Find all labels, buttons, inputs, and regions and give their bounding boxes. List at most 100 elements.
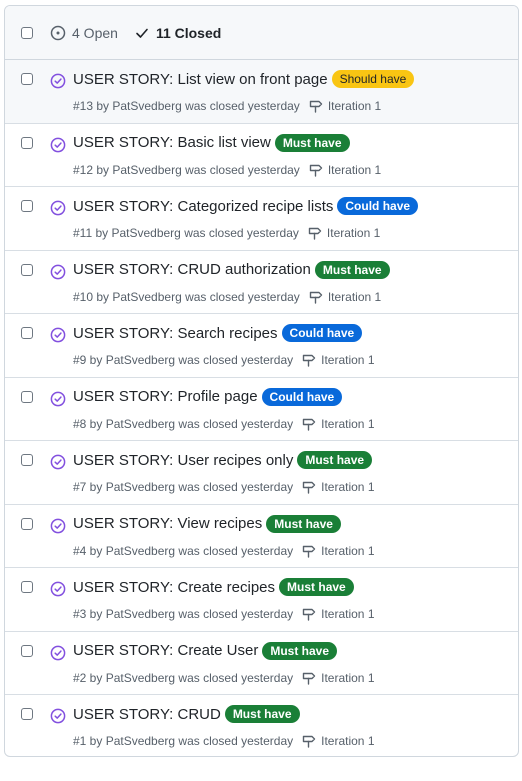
issue-checkbox[interactable] bbox=[21, 200, 33, 212]
issue-row[interactable]: USER STORY: Create recipes Must have #3 by… bbox=[5, 568, 518, 632]
issue-title-link[interactable]: USER STORY: List view on front page bbox=[73, 71, 328, 88]
issue-title-link[interactable]: USER STORY: Create User bbox=[73, 642, 258, 659]
issue-meta-text: #1 by PatSvedberg was closed yesterday bbox=[73, 734, 294, 748]
issue-checkbox[interactable] bbox=[21, 454, 33, 466]
issue-title-link[interactable]: USER STORY: Profile page bbox=[73, 388, 258, 405]
issue-closed-icon bbox=[50, 518, 66, 534]
milestone-label: Iteration 1 bbox=[327, 162, 382, 177]
select-all-checkbox[interactable] bbox=[21, 26, 33, 39]
milestone-link[interactable]: Iteration 1 bbox=[301, 479, 375, 495]
issue-meta-text: #7 by PatSvedberg was closed yesterday bbox=[73, 480, 294, 494]
milestone-link[interactable]: Iteration 1 bbox=[308, 162, 381, 178]
milestone-icon bbox=[308, 289, 328, 305]
milestone-link[interactable]: Iteration 1 bbox=[301, 606, 375, 622]
issue-row[interactable]: USER STORY: User recipes only Must have #7… bbox=[5, 441, 518, 505]
issue-closed-icon bbox=[50, 581, 66, 597]
issue-meta-text: #13 by PatSvedberg was closed yesterday bbox=[73, 99, 300, 113]
issue-row[interactable]: USER STORY: View recipes Must have #4 by P… bbox=[5, 505, 518, 568]
issue-checkbox[interactable] bbox=[21, 517, 33, 530]
issue-checkbox[interactable] bbox=[21, 644, 33, 657]
issue-meta: #2 by PatSvedberg was closed yesterday It… bbox=[73, 670, 375, 686]
milestone-label: Iteration 1 bbox=[326, 226, 381, 240]
milestone-icon bbox=[308, 162, 328, 178]
milestone-icon bbox=[301, 606, 321, 622]
milestone-label: Iteration 1 bbox=[321, 734, 375, 748]
issue-meta-text: #11 by PatSvedberg was closed yesterday bbox=[73, 226, 299, 240]
milestone-icon bbox=[301, 416, 321, 432]
milestone-link[interactable]: Iteration 1 bbox=[301, 543, 375, 559]
issue-closed-icon bbox=[50, 454, 66, 470]
issue-title-line: USER STORY: Basic list view Must have bbox=[73, 133, 510, 152]
issue-label-must-have[interactable]: Must have bbox=[266, 514, 341, 533]
issue-row[interactable]: USER STORY: Categorized recipe lists Coul… bbox=[5, 187, 518, 251]
milestone-link[interactable]: Iteration 1 bbox=[301, 352, 375, 368]
milestone-label: Iteration 1 bbox=[321, 353, 375, 367]
closed-count-label: 11 Closed bbox=[155, 24, 222, 41]
issue-title-link[interactable]: USER STORY: User recipes only bbox=[73, 452, 293, 469]
issue-checkbox[interactable] bbox=[21, 390, 33, 403]
issue-checkbox[interactable] bbox=[21, 136, 33, 149]
issue-label-must-have[interactable]: Must have bbox=[274, 133, 350, 152]
issue-row[interactable]: USER STORY: Create User Must have #2 by Pa… bbox=[5, 632, 518, 695]
issue-label-could-have[interactable]: Could have bbox=[281, 324, 363, 342]
issue-title-line: USER STORY: Create recipes Must have bbox=[73, 578, 510, 596]
milestone-label: Iteration 1 bbox=[321, 480, 375, 494]
issue-title-line: USER STORY: Create User Must have bbox=[73, 641, 510, 660]
issue-title-link[interactable]: USER STORY: Create recipes bbox=[73, 579, 275, 596]
issue-closed-icon bbox=[50, 391, 66, 407]
issue-row[interactable]: USER STORY: CRUD Must have #1 by PatSvedbe… bbox=[5, 695, 518, 756]
milestone-label: Iteration 1 bbox=[321, 670, 375, 685]
issue-checkbox[interactable] bbox=[21, 263, 33, 276]
issue-title-link[interactable]: USER STORY: Categorized recipe lists bbox=[73, 198, 333, 215]
milestone-label: Iteration 1 bbox=[321, 607, 375, 621]
issue-meta: #11 by PatSvedberg was closed yesterday I… bbox=[73, 225, 380, 241]
milestone-link[interactable]: Iteration 1 bbox=[301, 670, 375, 686]
milestone-icon bbox=[307, 225, 327, 241]
issue-list-header: 4 Open 11 Closed bbox=[5, 6, 518, 60]
issue-title-link[interactable]: USER STORY: CRUD authorization bbox=[73, 261, 311, 278]
milestone-label: Iteration 1 bbox=[327, 289, 382, 304]
issue-title-link[interactable]: USER STORY: View recipes bbox=[73, 515, 262, 532]
issue-label-must-have[interactable]: Must have bbox=[262, 641, 338, 660]
issue-label-could-have[interactable]: Could have bbox=[261, 387, 343, 406]
issue-label-should-have[interactable]: Should have bbox=[331, 70, 415, 88]
issue-title-link[interactable]: USER STORY: Search recipes bbox=[73, 325, 278, 342]
milestone-link[interactable]: Iteration 1 bbox=[301, 416, 375, 432]
issue-row[interactable]: USER STORY: Basic list view Must have #12 … bbox=[5, 124, 518, 187]
issue-meta-text: #10 by PatSvedberg was closed yesterday bbox=[73, 289, 300, 304]
milestone-icon bbox=[301, 479, 321, 495]
issue-closed-icon bbox=[50, 200, 66, 216]
issue-checkbox[interactable] bbox=[21, 73, 33, 85]
issue-label-could-have[interactable]: Could have bbox=[337, 197, 419, 215]
milestone-label: Iteration 1 bbox=[321, 416, 375, 431]
milestone-icon bbox=[301, 733, 321, 749]
issue-title-line: USER STORY: Profile page Could have bbox=[73, 387, 510, 406]
milestone-link[interactable]: Iteration 1 bbox=[308, 98, 381, 114]
milestone-link[interactable]: Iteration 1 bbox=[307, 225, 380, 241]
issue-meta: #1 by PatSvedberg was closed yesterday It… bbox=[73, 733, 375, 749]
closed-issues-filter[interactable]: 11 Closed bbox=[134, 25, 221, 41]
issue-meta: #4 by PatSvedberg was closed yesterday It… bbox=[73, 543, 375, 559]
milestone-link[interactable]: Iteration 1 bbox=[301, 733, 375, 749]
issue-title-link[interactable]: USER STORY: Basic list view bbox=[73, 134, 271, 151]
issue-checkbox[interactable] bbox=[21, 327, 33, 339]
issue-meta: #10 by PatSvedberg was closed yesterday I… bbox=[73, 289, 381, 305]
open-issues-filter[interactable]: 4 Open bbox=[50, 25, 118, 41]
issue-row[interactable]: USER STORY: Profile page Could have #8 by … bbox=[5, 378, 518, 441]
issue-row[interactable]: USER STORY: List view on front page Shoul… bbox=[5, 60, 518, 124]
issue-closed-icon bbox=[50, 327, 66, 343]
issue-checkbox[interactable] bbox=[21, 581, 33, 593]
issue-title-link[interactable]: USER STORY: CRUD bbox=[73, 706, 221, 723]
issue-title-line: USER STORY: Categorized recipe lists Coul… bbox=[73, 197, 510, 215]
issue-row[interactable]: USER STORY: Search recipes Could have #9 b… bbox=[5, 314, 518, 378]
milestone-label: Iteration 1 bbox=[321, 543, 375, 558]
issue-checkbox[interactable] bbox=[21, 708, 33, 720]
issue-row[interactable]: USER STORY: CRUD authorization Must have #… bbox=[5, 251, 518, 314]
milestone-link[interactable]: Iteration 1 bbox=[308, 289, 381, 305]
issue-meta: #7 by PatSvedberg was closed yesterday It… bbox=[73, 479, 375, 495]
issue-label-must-have[interactable]: Must have bbox=[279, 578, 354, 596]
issue-label-must-have[interactable]: Must have bbox=[224, 705, 300, 723]
issue-meta: #12 by PatSvedberg was closed yesterday I… bbox=[73, 162, 381, 178]
issue-label-must-have[interactable]: Must have bbox=[314, 260, 390, 279]
issue-label-must-have[interactable]: Must have bbox=[297, 451, 373, 469]
